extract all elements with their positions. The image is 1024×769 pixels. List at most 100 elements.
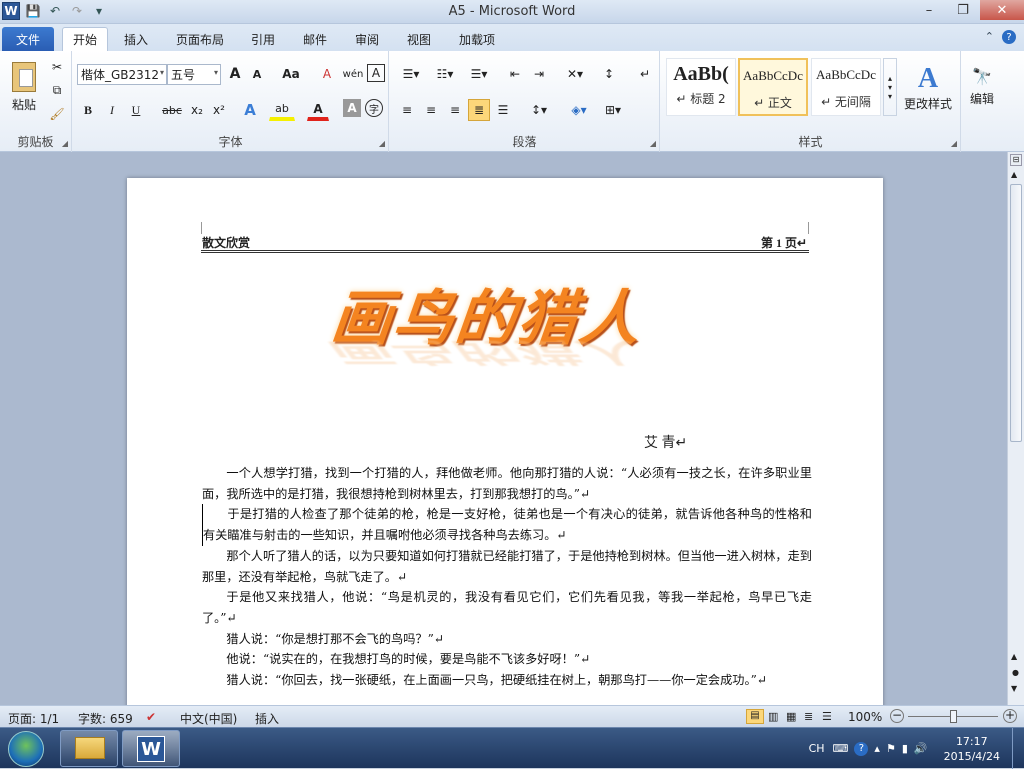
tab-file[interactable]: 文件 bbox=[2, 27, 54, 51]
char-border-icon[interactable]: A bbox=[367, 64, 385, 82]
tab-home[interactable]: 开始 bbox=[62, 27, 109, 51]
vertical-scrollbar[interactable]: ⊟ ▲ ▲ ● ▼ bbox=[1007, 152, 1024, 705]
shrink-font-icon[interactable]: A bbox=[247, 64, 267, 84]
help-tray-icon[interactable]: ? bbox=[854, 741, 869, 756]
explorer-taskbar-button[interactable] bbox=[60, 730, 118, 767]
font-launcher-icon[interactable]: ◢ bbox=[379, 139, 385, 148]
volume-icon[interactable]: 🔊 bbox=[914, 742, 928, 755]
styles-launcher-icon[interactable]: ◢ bbox=[951, 139, 957, 148]
start-button[interactable] bbox=[8, 731, 44, 767]
font-color-icon[interactable]: A bbox=[307, 99, 329, 121]
help-icon[interactable]: ? bbox=[1002, 30, 1016, 44]
text-effects-icon[interactable]: A bbox=[239, 99, 261, 121]
header-corner-mark bbox=[808, 222, 809, 234]
insert-mode[interactable]: 插入 bbox=[255, 710, 279, 727]
borders-icon[interactable]: ⊞▾ bbox=[598, 99, 628, 121]
underline-button[interactable]: U bbox=[125, 99, 147, 121]
print-layout-icon[interactable]: ▤ bbox=[746, 709, 764, 724]
italic-button[interactable]: I bbox=[101, 99, 123, 121]
language-indicator[interactable]: CH bbox=[809, 742, 825, 755]
multilevel-list-icon[interactable]: ☰▾ bbox=[464, 64, 494, 84]
action-center-icon[interactable]: ⚑ bbox=[886, 742, 896, 755]
clear-format-icon[interactable]: A bbox=[317, 64, 337, 84]
justify-icon[interactable]: ≣ bbox=[468, 99, 490, 121]
ruler-toggle-icon[interactable]: ⊟ bbox=[1010, 154, 1022, 166]
char-shading-icon[interactable]: A bbox=[343, 99, 361, 117]
change-styles-button[interactable]: A 更改样式 bbox=[899, 55, 957, 119]
document-page[interactable]: 散文欣赏 第 1 页↵ 画鸟的猎人 画鸟的猎人 艾 青↵ 一个人想学打猎，找到一… bbox=[127, 178, 883, 705]
network-icon[interactable]: ▮ bbox=[902, 742, 908, 755]
minimize-button[interactable]: – bbox=[912, 0, 946, 20]
phonetic-guide-icon[interactable]: wén bbox=[341, 64, 365, 84]
find-icon: 🔭 bbox=[972, 67, 992, 86]
tab-references[interactable]: 引用 bbox=[241, 27, 285, 51]
align-center-icon[interactable]: ≡ bbox=[420, 99, 442, 121]
tab-view[interactable]: 视图 bbox=[397, 27, 441, 51]
numbering-icon[interactable]: ☷▾ bbox=[430, 64, 460, 84]
zoom-out-icon[interactable]: − bbox=[890, 709, 904, 723]
tab-page-layout[interactable]: 页面布局 bbox=[166, 27, 234, 51]
bullets-icon[interactable]: ☰▾ bbox=[396, 64, 426, 84]
style-heading2[interactable]: AaBb( ↵ 标题 2 bbox=[666, 58, 736, 116]
full-screen-icon[interactable]: ▥ bbox=[768, 710, 778, 723]
copy-icon[interactable]: ⧉ bbox=[48, 81, 66, 99]
font-name-combo[interactable]: 楷体_GB2312 ▾ bbox=[77, 64, 167, 85]
clipboard-launcher-icon[interactable]: ◢ bbox=[62, 139, 68, 148]
page-count[interactable]: 页面: 1/1 bbox=[8, 710, 59, 727]
browse-object-icon[interactable]: ● bbox=[1012, 668, 1019, 677]
distributed-icon[interactable]: ☰ bbox=[492, 99, 514, 121]
scroll-up-icon[interactable]: ▲ bbox=[1011, 170, 1017, 179]
web-layout-icon[interactable]: ▦ bbox=[786, 710, 796, 723]
strikethrough-button[interactable]: abc bbox=[159, 99, 185, 121]
paste-button[interactable]: 粘贴 bbox=[6, 55, 42, 119]
keyboard-icon[interactable]: ⌨ bbox=[833, 742, 849, 755]
zoom-level[interactable]: 100% bbox=[848, 710, 882, 724]
increase-indent-icon[interactable]: ⇥ bbox=[528, 64, 550, 84]
grow-font-icon[interactable]: A bbox=[225, 64, 245, 84]
styles-scroll-icon[interactable]: ▴ ▾ ▾ bbox=[883, 58, 897, 116]
align-left-icon[interactable]: ≡ bbox=[396, 99, 418, 121]
tab-mailings[interactable]: 邮件 bbox=[293, 27, 337, 51]
paragraph-launcher-icon[interactable]: ◢ bbox=[650, 139, 656, 148]
document-body[interactable]: 一个人想学打猎，找到一个打猎的人，拜他做老师。他向那打猎的人说：“人必须有一技之… bbox=[202, 463, 812, 691]
next-page-icon[interactable]: ▼ bbox=[1011, 684, 1017, 693]
tab-review[interactable]: 审阅 bbox=[345, 27, 389, 51]
proofing-icon[interactable]: ✔ bbox=[146, 710, 156, 724]
minimize-ribbon-icon[interactable]: ⌃ bbox=[985, 30, 994, 44]
word-taskbar-button[interactable]: W bbox=[122, 730, 180, 767]
show-marks-icon[interactable]: ↵ bbox=[634, 64, 656, 84]
align-right-icon[interactable]: ≡ bbox=[444, 99, 466, 121]
style-normal[interactable]: AaBbCcDc ↵ 正文 bbox=[738, 58, 808, 116]
prev-page-icon[interactable]: ▲ bbox=[1011, 652, 1017, 661]
scroll-thumb[interactable] bbox=[1010, 184, 1022, 442]
change-case-icon[interactable]: Aa bbox=[277, 64, 305, 84]
tab-addins[interactable]: 加载项 bbox=[449, 27, 505, 51]
bold-button[interactable]: B bbox=[77, 99, 99, 121]
highlight-icon[interactable]: ab bbox=[269, 99, 295, 121]
shading-icon[interactable]: ◈▾ bbox=[564, 99, 594, 121]
word-count[interactable]: 字数: 659 bbox=[78, 710, 133, 727]
superscript-button[interactable]: x² bbox=[209, 99, 229, 121]
maximize-button[interactable]: ❐ bbox=[946, 0, 980, 20]
zoom-slider-thumb[interactable] bbox=[950, 710, 957, 723]
sort-icon[interactable]: ↕ bbox=[598, 64, 620, 84]
line-spacing-icon[interactable]: ↕▾ bbox=[524, 99, 554, 121]
enclose-char-icon[interactable]: 字 bbox=[365, 99, 383, 117]
cut-icon[interactable]: ✂ bbox=[48, 58, 66, 76]
tray-arrow-icon[interactable]: ▴ bbox=[874, 742, 880, 755]
draft-icon[interactable]: ☰ bbox=[822, 710, 832, 723]
language-status[interactable]: 中文(中国) bbox=[180, 710, 237, 727]
tab-insert[interactable]: 插入 bbox=[114, 27, 158, 51]
show-desktop-button[interactable] bbox=[1012, 728, 1024, 769]
zoom-in-icon[interactable]: + bbox=[1003, 709, 1017, 723]
outline-icon[interactable]: ≣ bbox=[804, 710, 813, 723]
decrease-indent-icon[interactable]: ⇤ bbox=[504, 64, 526, 84]
close-button[interactable]: ✕ bbox=[980, 0, 1024, 20]
font-size-combo[interactable]: 五号 ▾ bbox=[167, 64, 221, 85]
style-no-spacing[interactable]: AaBbCcDc ↵ 无间隔 bbox=[811, 58, 881, 116]
subscript-button[interactable]: x₂ bbox=[187, 99, 207, 121]
editing-button[interactable]: 🔭 编辑 bbox=[964, 55, 1000, 119]
chinese-layout-icon[interactable]: ✕▾ bbox=[560, 64, 590, 84]
format-painter-icon[interactable]: 🖌 bbox=[48, 105, 66, 123]
clock[interactable]: 17:17 2015/4/24 bbox=[944, 734, 1000, 764]
